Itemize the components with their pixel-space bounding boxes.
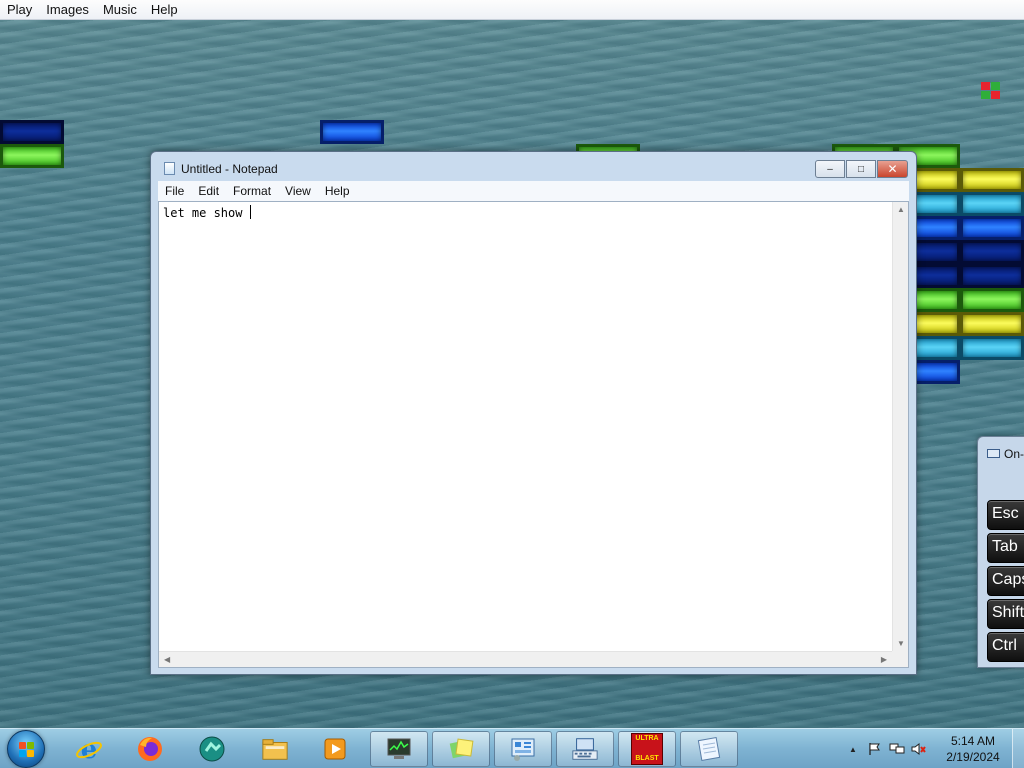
- media-player-icon: [321, 735, 349, 763]
- ultra-blast-icon: ULTRA BLAST: [631, 733, 663, 765]
- taskbar-task-manager[interactable]: [370, 731, 428, 767]
- taskbar-ultra-blast[interactable]: ULTRA BLAST: [618, 731, 676, 767]
- scroll-left-arrow-icon[interactable]: ◀: [164, 655, 170, 664]
- menu-format[interactable]: Format: [226, 184, 278, 198]
- on-screen-keyboard-window[interactable]: On- Esc Tab Caps Shift Ctrl: [977, 436, 1024, 668]
- key-tab[interactable]: Tab: [987, 533, 1024, 563]
- menu-view[interactable]: View: [278, 184, 318, 198]
- sticky-notes-icon: [447, 735, 475, 763]
- text-caret: [249, 205, 251, 219]
- game-menu-play[interactable]: Play: [0, 0, 39, 20]
- brick: [320, 120, 384, 144]
- taskbar-sticky-notes[interactable]: [432, 731, 490, 767]
- action-center-flag-icon[interactable]: [867, 741, 883, 757]
- osk-title: On-: [1004, 447, 1024, 461]
- clock-time: 5:14 AM: [950, 734, 996, 748]
- taskbar: e ULTRA BLAST ▲ 5:14 AM 2/19/2024: [0, 728, 1024, 768]
- tray-chevron-icon[interactable]: ▲: [845, 741, 861, 757]
- brick: [960, 240, 1024, 264]
- notepad-title: Untitled - Notepad: [181, 162, 278, 176]
- taskbar-clock[interactable]: 5:14 AM 2/19/2024: [939, 733, 1007, 765]
- menu-help[interactable]: Help: [318, 184, 357, 198]
- ultra-blast-label-bottom: BLAST: [635, 755, 659, 762]
- menu-file[interactable]: File: [158, 184, 191, 198]
- notepad-icon: [164, 162, 175, 175]
- taskbar-media-player[interactable]: [306, 731, 364, 767]
- taskbar-control-panel[interactable]: [494, 731, 552, 767]
- brick: [960, 168, 1024, 192]
- resize-grip-icon[interactable]: [892, 651, 908, 667]
- taskbar-notepad[interactable]: [680, 731, 738, 767]
- game-logo-icon: [981, 82, 1001, 100]
- vertical-scrollbar[interactable]: ▲ ▼: [892, 202, 908, 651]
- notepad-text-area[interactable]: let me show ▲ ▼ ◀ ▶: [158, 201, 909, 668]
- brick: [960, 288, 1024, 312]
- key-ctrl[interactable]: Ctrl: [987, 632, 1024, 662]
- taskbar-windows-explorer[interactable]: [246, 731, 304, 767]
- game-menu-images[interactable]: Images: [39, 0, 96, 20]
- key-esc[interactable]: Esc: [987, 500, 1024, 530]
- minimize-button[interactable]: –: [815, 160, 845, 178]
- game-menu-music[interactable]: Music: [96, 0, 144, 20]
- network-icon[interactable]: [889, 741, 905, 757]
- brick: [960, 264, 1024, 288]
- on-screen-keyboard-icon: [571, 735, 599, 763]
- editor-text: let me show: [163, 205, 251, 220]
- volume-muted-icon[interactable]: [911, 741, 927, 757]
- editor-content: let me show: [163, 206, 250, 220]
- brick: [0, 144, 64, 168]
- menu-edit[interactable]: Edit: [191, 184, 226, 198]
- taskbar-internet-explorer[interactable]: e: [60, 731, 118, 767]
- notepad-window[interactable]: Untitled - Notepad – □ ✕ File Edit Forma…: [150, 151, 917, 675]
- notepad-menubar: File Edit Format View Help: [158, 181, 909, 201]
- brick: [960, 216, 1024, 240]
- horizontal-scrollbar[interactable]: ◀ ▶: [159, 651, 892, 667]
- game-menu-help[interactable]: Help: [144, 0, 185, 20]
- teal-app-icon: [198, 735, 226, 763]
- scroll-right-arrow-icon[interactable]: ▶: [881, 655, 887, 664]
- show-desktop-button[interactable]: [1012, 729, 1024, 768]
- keyboard-icon: [987, 449, 1000, 458]
- brick: [0, 120, 64, 144]
- svg-text:e: e: [81, 735, 98, 763]
- internet-explorer-icon: e: [75, 735, 103, 763]
- key-caps[interactable]: Caps: [987, 566, 1024, 596]
- windows-logo-icon: [19, 742, 35, 758]
- control-panel-icon: [509, 735, 537, 763]
- task-manager-icon: [385, 735, 413, 763]
- scroll-up-arrow-icon[interactable]: ▲: [897, 205, 905, 214]
- key-shift[interactable]: Shift: [987, 599, 1024, 629]
- start-button[interactable]: [7, 730, 45, 768]
- brick: [960, 312, 1024, 336]
- firefox-icon: [136, 735, 164, 763]
- window-controls: – □ ✕: [814, 160, 908, 178]
- game-menubar: Play Images Music Help: [0, 0, 1024, 20]
- ultra-blast-label-top: ULTRA: [635, 735, 659, 742]
- notepad-taskbar-icon: [695, 735, 723, 763]
- folder-icon: [261, 735, 289, 763]
- brick: [960, 336, 1024, 360]
- clock-date: 2/19/2024: [946, 750, 1000, 764]
- taskbar-app-teal[interactable]: [183, 731, 241, 767]
- taskbar-firefox[interactable]: [121, 731, 179, 767]
- close-button[interactable]: ✕: [877, 160, 908, 178]
- taskbar-on-screen-keyboard[interactable]: [556, 731, 614, 767]
- scroll-down-arrow-icon[interactable]: ▼: [897, 639, 905, 648]
- notepad-titlebar[interactable]: Untitled - Notepad – □ ✕: [151, 152, 916, 182]
- brick: [960, 192, 1024, 216]
- maximize-button[interactable]: □: [846, 160, 876, 178]
- system-tray: ▲: [842, 729, 930, 768]
